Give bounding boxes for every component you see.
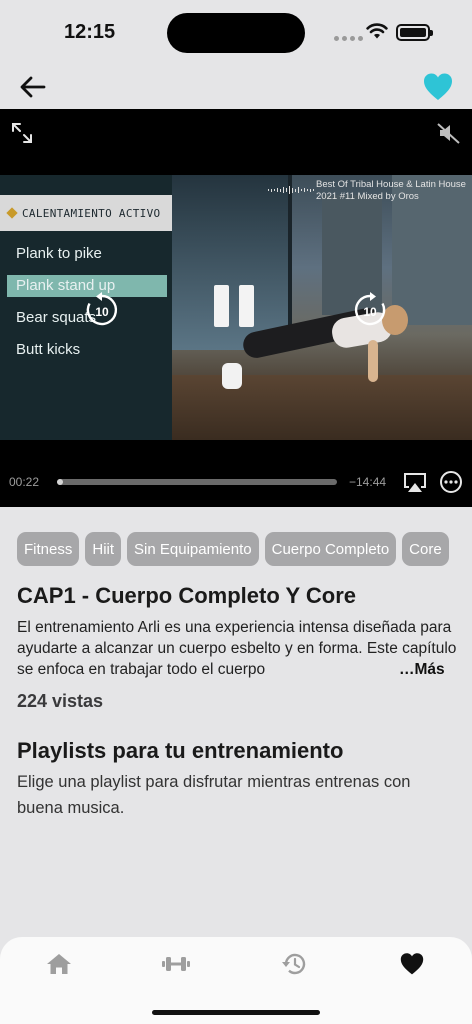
progress-scrubber[interactable] (57, 479, 337, 485)
tag-chip[interactable]: Core (402, 532, 449, 566)
time-remaining: −14:44 (349, 475, 387, 489)
history-icon (282, 953, 306, 975)
progress-fill (57, 479, 63, 485)
time-elapsed: 00:22 (9, 475, 40, 489)
exercise-item: Plank to pike (16, 245, 102, 262)
tab-home[interactable] (42, 949, 76, 979)
arrow-left-icon (20, 76, 46, 98)
forward-seconds: 10 (363, 304, 377, 319)
more-options-icon[interactable] (439, 470, 463, 494)
cellular-signal-icon (334, 36, 363, 41)
heart-icon (400, 953, 424, 975)
audio-waveform-icon (268, 186, 314, 194)
dynamic-island (167, 13, 305, 53)
video-frame[interactable]: CALENTAMIENTO ACTIVO Plank to pike Plank… (0, 175, 472, 440)
dumbbell-icon (162, 957, 190, 971)
wifi-icon (366, 23, 388, 39)
tab-workouts[interactable] (159, 949, 193, 979)
back-button[interactable] (18, 72, 48, 102)
home-icon (47, 954, 71, 974)
view-count: 224 vistas (17, 691, 104, 711)
tag-chip[interactable]: Cuerpo Completo (264, 532, 397, 566)
fullscreen-expand-icon[interactable] (10, 121, 34, 145)
rewind-10-button[interactable]: 10 (84, 292, 120, 328)
status-time: 12:15 (64, 21, 116, 43)
tab-bar (0, 937, 472, 1024)
video-player[interactable]: CALENTAMIENTO ACTIVO Plank to pike Plank… (0, 109, 472, 507)
heart-icon (424, 73, 452, 100)
battery-icon (396, 24, 433, 41)
track-title: Best Of Tribal House & Latin House 2021 … (316, 179, 466, 202)
episode-description: El entrenamiento Arli es una experiencia… (17, 619, 457, 678)
tab-history[interactable] (277, 949, 311, 979)
status-bar: 12:15 (0, 0, 472, 64)
playlists-title: Playlists para tu entrenamiento (17, 738, 344, 763)
tag-list: Fitness Hiit Sin Equipamiento Cuerpo Com… (17, 532, 472, 566)
exercise-item: Butt kicks (16, 341, 81, 358)
category-header: CALENTAMIENTO ACTIVO (0, 195, 172, 231)
category-title: CALENTAMIENTO ACTIVO (22, 206, 161, 220)
tab-favorites[interactable] (395, 949, 429, 979)
episode-title: CAP1 - Cuerpo Completo Y Core (17, 583, 357, 608)
tag-chip[interactable]: Hiit (85, 532, 122, 566)
mute-icon[interactable] (436, 121, 462, 145)
airplay-icon[interactable] (402, 471, 428, 493)
read-more-link[interactable]: …Más (397, 659, 445, 680)
playlists-subtitle: Elige una playlist para disfrutar mientr… (17, 773, 411, 817)
pause-button[interactable] (214, 285, 258, 333)
home-indicator (152, 1010, 320, 1015)
forward-10-button[interactable]: 10 (352, 292, 388, 328)
favorite-button[interactable] (422, 72, 454, 102)
diamond-icon (6, 207, 18, 219)
tag-chip[interactable]: Sin Equipamiento (127, 532, 259, 566)
tag-chip[interactable]: Fitness (17, 532, 80, 566)
rewind-seconds: 10 (95, 304, 109, 319)
